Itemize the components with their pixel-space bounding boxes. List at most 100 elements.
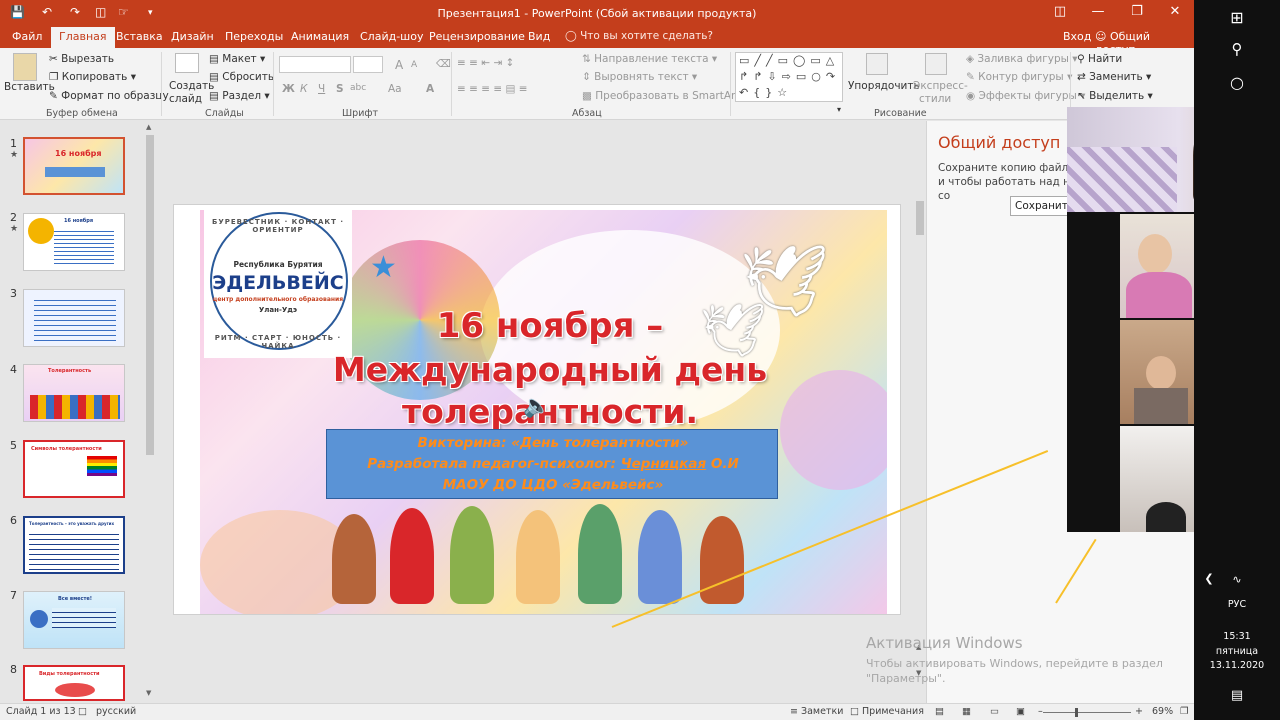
font-size-combo[interactable]: [353, 56, 383, 73]
minimize-icon[interactable]: —: [1083, 4, 1113, 19]
tell-me-search[interactable]: ◯ Что вы хотите сделать?: [565, 30, 713, 42]
shapes-more-icon[interactable]: ▾: [837, 105, 841, 114]
align-icons[interactable]: ≡ ≡ ≡ ≡ ▤ ≡: [457, 83, 528, 95]
tab-file[interactable]: Файл: [12, 30, 42, 43]
tab-transitions[interactable]: Переходы: [225, 30, 283, 43]
editor-scrollbar-thumb[interactable]: [916, 201, 924, 235]
video-tile-participant-4[interactable]: [1120, 426, 1198, 532]
scroll-up-icon[interactable]: ▲: [146, 123, 151, 131]
new-slide-icon[interactable]: [175, 53, 199, 73]
zoom-in-icon[interactable]: +: [1135, 706, 1143, 717]
quiz-info-box[interactable]: Викторина: «День толерантности» Разработ…: [326, 429, 778, 499]
quick-styles-icon[interactable]: [925, 53, 947, 75]
comments-button[interactable]: □ Примечания: [850, 706, 924, 717]
bullets-icon[interactable]: ≡ ≡ ⇤ ⇥ ↕: [457, 57, 514, 69]
underline-button[interactable]: Ч: [318, 83, 325, 95]
thumb-slide-2[interactable]: 16 ноября: [23, 213, 125, 271]
video-tile-participant-2[interactable]: [1120, 214, 1198, 318]
tab-review[interactable]: Рецензирование: [429, 30, 525, 43]
clock-time[interactable]: 15:31: [1194, 631, 1280, 642]
replace-button[interactable]: ⇄ Заменить ▾: [1077, 71, 1151, 83]
ribbon-display-icon[interactable]: ◫: [1045, 4, 1075, 19]
paste-button[interactable]: Вставить: [4, 81, 55, 93]
thumb-slide-1[interactable]: 16 ноября: [23, 137, 125, 195]
notifications-icon[interactable]: ▤: [1194, 688, 1280, 703]
align-text-button[interactable]: ⇕ Выровнять текст ▾: [582, 71, 697, 83]
cut-button[interactable]: ✂ Вырезать: [49, 53, 114, 65]
notes-button[interactable]: ≡ Заметки: [790, 706, 843, 717]
slide-heading-line1[interactable]: 16 ноября –: [400, 306, 700, 346]
reading-view-icon[interactable]: ▭: [990, 706, 999, 717]
shape-fill-button[interactable]: ◈ Заливка фигуры ▾: [966, 53, 1078, 65]
arrange-icon[interactable]: [866, 53, 888, 75]
shadow-button[interactable]: abc: [350, 83, 366, 93]
input-language[interactable]: РУС: [1194, 599, 1280, 610]
normal-view-icon[interactable]: ▤: [935, 706, 944, 717]
shape-outline-button[interactable]: ✎ Контур фигуры ▾: [966, 71, 1072, 83]
video-tile-participant-3[interactable]: [1120, 320, 1198, 424]
task-view-icon[interactable]: ○: [1194, 73, 1280, 92]
case-button[interactable]: Аа: [388, 83, 402, 95]
section-button[interactable]: ▤ Раздел ▾: [209, 90, 270, 102]
thumb-slide-3[interactable]: [23, 289, 125, 347]
italic-button[interactable]: К: [300, 83, 307, 95]
layout-button[interactable]: ▤ Макет ▾: [209, 53, 265, 65]
slideshow-icon[interactable]: ▣: [1016, 706, 1025, 717]
quick-styles-button-2[interactable]: стили: [919, 93, 951, 105]
tab-insert[interactable]: Вставка: [116, 30, 163, 43]
quick-styles-button-1[interactable]: Экспресс-: [913, 80, 968, 92]
arrange-button[interactable]: Упорядочить: [848, 80, 920, 92]
font-color-button[interactable]: А: [426, 83, 434, 95]
font-name-combo[interactable]: [279, 56, 351, 73]
title-bar: 💾 ↶ ↷ ◫ ☞ ▾ Презентация1 - PowerPoint (С…: [0, 0, 1194, 27]
strike-button[interactable]: S: [336, 83, 344, 95]
search-icon[interactable]: ⚲: [1194, 40, 1280, 58]
tab-animation[interactable]: Анимация: [291, 30, 349, 43]
zoom-slider-thumb[interactable]: [1075, 708, 1078, 717]
text-direction-button[interactable]: ⇅ Направление текста ▾: [582, 53, 717, 65]
thumb-slide-8[interactable]: Виды толерантности: [23, 665, 125, 701]
network-icon[interactable]: ∿: [1194, 573, 1280, 586]
thumb-slide-7[interactable]: Все вместе!: [23, 591, 125, 649]
thumb-slide-4[interactable]: Толерантность: [23, 364, 125, 422]
zoom-slider[interactable]: [1043, 712, 1131, 713]
reset-button[interactable]: ▤ Сбросить: [209, 71, 274, 83]
tab-design[interactable]: Дизайн: [171, 30, 214, 43]
thumb-slide-5[interactable]: Символы толерантности: [23, 440, 125, 498]
bold-button[interactable]: Ж: [282, 83, 295, 95]
select-button[interactable]: ↖ Выделить ▾: [1077, 90, 1153, 102]
slide-sorter-icon[interactable]: ▦: [962, 706, 971, 717]
paste-icon[interactable]: [13, 53, 37, 81]
tab-view[interactable]: Вид: [528, 30, 550, 43]
find-button[interactable]: ⚲ Найти: [1077, 53, 1122, 65]
copy-button[interactable]: ❐ Копировать ▾: [49, 71, 136, 83]
zoom-level[interactable]: 69%: [1152, 706, 1173, 717]
language-indicator[interactable]: русский: [96, 706, 136, 717]
smartart-button[interactable]: ▩ Преобразовать в SmartArt ▾: [582, 90, 748, 102]
font-grow-button[interactable]: A: [395, 58, 403, 72]
restore-icon[interactable]: ❐: [1122, 4, 1152, 19]
shapes-gallery[interactable]: ▭╱╱▭◯▭△↱↱⇩⇨▭○↷↶{}☆: [735, 52, 843, 102]
slide-1[interactable]: ★ 🕊 🕊 БУРЕВЕСТНИК · КОНТАКТ · ОРИЕНТИР Р…: [200, 210, 887, 614]
format-painter-button[interactable]: ✎ Формат по образцу: [49, 90, 169, 102]
font-shrink-button[interactable]: A: [411, 60, 417, 70]
shape-effects-button[interactable]: ◉ Эффекты фигуры ▾: [966, 90, 1085, 102]
section-icon: ▤: [209, 90, 219, 102]
close-icon[interactable]: ✕: [1160, 4, 1190, 19]
spellcheck-icon[interactable]: □: [78, 706, 87, 717]
thumb-slide-6[interactable]: Толерантность – это уважать других: [23, 516, 125, 574]
new-slide-button-1[interactable]: Создать: [169, 80, 214, 92]
signin-link[interactable]: Вход: [1063, 30, 1091, 43]
speaker-icon[interactable]: 🔈: [523, 394, 550, 419]
fit-slide-icon[interactable]: ❐: [1180, 706, 1189, 717]
tab-slideshow[interactable]: Слайд-шоу: [360, 30, 423, 43]
windows-start-icon[interactable]: ⊞: [1194, 8, 1280, 27]
new-slide-button-2[interactable]: слайд: [169, 93, 202, 105]
clear-format-icon[interactable]: ⌫: [436, 58, 451, 70]
tab-home[interactable]: Главная: [51, 27, 115, 48]
slide-heading-line2[interactable]: Международный день: [290, 350, 810, 389]
scroll-down-icon[interactable]: ▼: [146, 689, 151, 697]
thumbnails-scrollbar-thumb[interactable]: [146, 135, 154, 455]
save-copy-button[interactable]: Сохранить: [1010, 196, 1074, 216]
activation-text: Чтобы активировать Windows, перейдите в …: [866, 657, 1163, 670]
